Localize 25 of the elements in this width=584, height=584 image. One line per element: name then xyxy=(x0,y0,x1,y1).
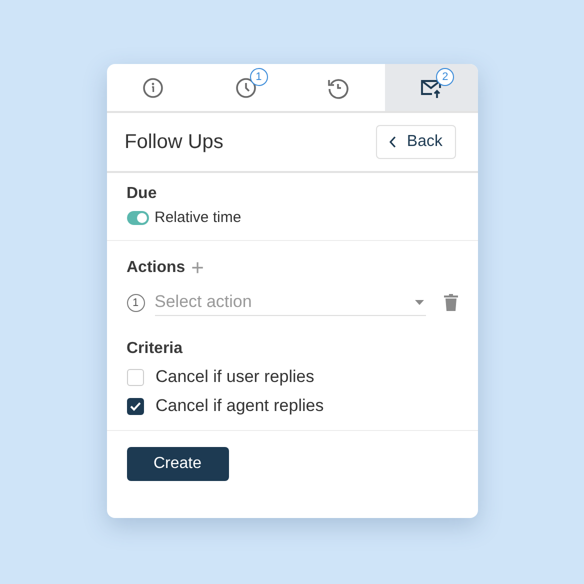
history-icon xyxy=(327,76,350,98)
section-heading: Due xyxy=(126,185,158,203)
action-select[interactable]: Select action xyxy=(154,289,426,316)
trash-icon[interactable] xyxy=(444,294,458,311)
panel-title: Follow Ups xyxy=(124,130,224,154)
section-heading: Criteria xyxy=(126,340,184,358)
info-icon xyxy=(142,76,164,98)
back-button[interactable]: Back xyxy=(376,125,456,159)
toggle-label: Relative time xyxy=(154,209,242,226)
tab[interactable]: 1 xyxy=(199,64,292,111)
check-icon xyxy=(130,402,140,410)
add-button[interactable]: + xyxy=(191,257,204,279)
toggle-switch[interactable] xyxy=(126,210,148,224)
checkbox-label: Cancel if user replies xyxy=(156,367,314,387)
create-button[interactable]: Create xyxy=(126,447,228,481)
caret-icon xyxy=(414,300,424,304)
count-badge: 2 xyxy=(436,68,454,86)
tab[interactable]: 2 xyxy=(384,64,478,111)
chevron-left-icon xyxy=(388,136,397,148)
count-badge: 1 xyxy=(250,68,268,86)
step-number: 1 xyxy=(126,294,144,312)
checkbox[interactable] xyxy=(126,398,144,414)
checkbox-label: Cancel if agent replies xyxy=(156,396,324,416)
clock-icon xyxy=(234,76,257,98)
section-heading: Actions xyxy=(126,259,186,277)
